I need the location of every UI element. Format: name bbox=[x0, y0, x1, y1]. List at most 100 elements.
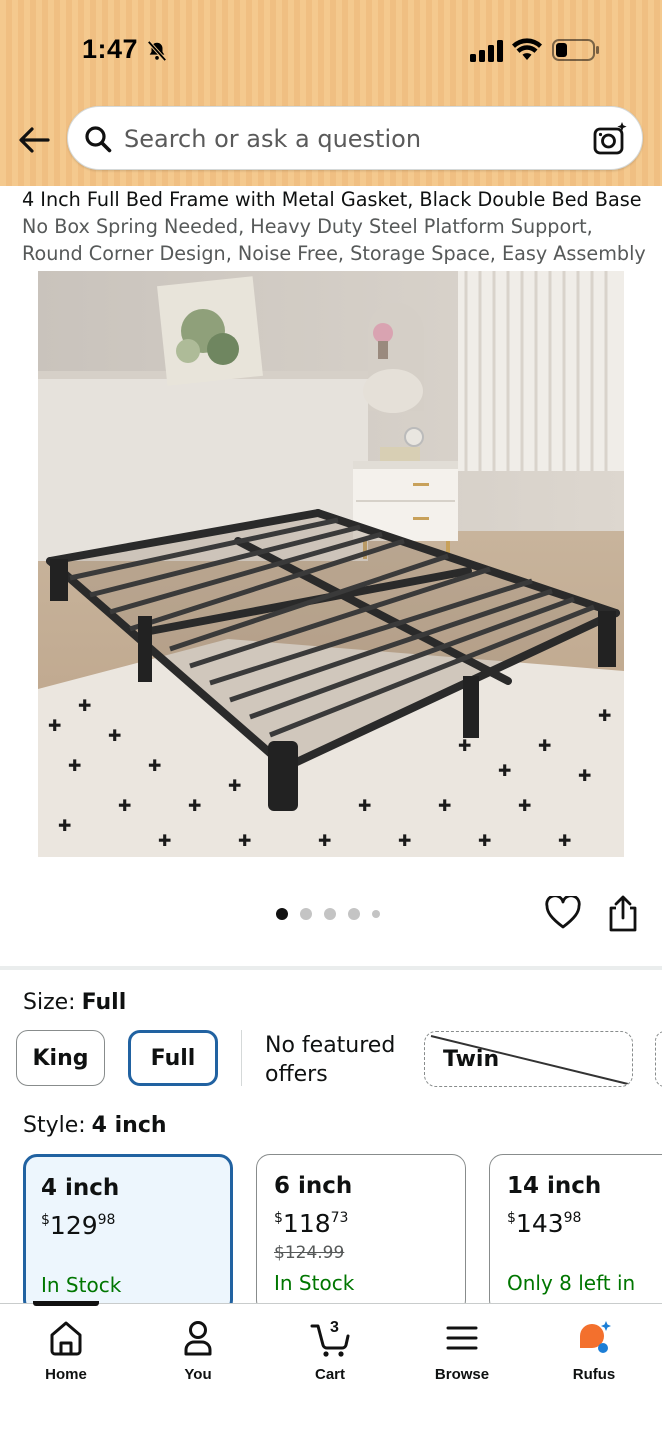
share-icon[interactable] bbox=[606, 894, 640, 932]
style-option-price: $12998 bbox=[41, 1211, 230, 1245]
price-cents: 73 bbox=[330, 1210, 349, 1226]
svg-text:✚: ✚ bbox=[118, 796, 131, 815]
heart-icon[interactable] bbox=[545, 896, 581, 930]
style-option-14-inch[interactable]: 14 inch $14398 Only 8 left in bbox=[489, 1154, 662, 1314]
carousel-dot[interactable] bbox=[348, 908, 360, 920]
svg-text:✚: ✚ bbox=[108, 726, 121, 745]
size-label-text: Size: bbox=[23, 990, 76, 1015]
svg-text:✚: ✚ bbox=[578, 766, 591, 785]
svg-text:✚: ✚ bbox=[68, 756, 81, 775]
nav-label: Browse bbox=[434, 1366, 490, 1383]
product-title: 4 Inch Full Bed Frame with Metal Gasket,… bbox=[22, 186, 646, 267]
price-dollars: 129 bbox=[49, 1211, 98, 1240]
image-carousel-dots[interactable] bbox=[276, 907, 380, 921]
person-icon bbox=[184, 1321, 212, 1356]
style-label-text: Style: bbox=[23, 1113, 86, 1138]
style-option-list-price bbox=[507, 1243, 662, 1271]
style-label: Style: 4 inch bbox=[23, 1113, 167, 1138]
style-option-stock: In Stock bbox=[41, 1273, 122, 1297]
status-time: 1:47 bbox=[82, 34, 139, 64]
svg-text:✚: ✚ bbox=[148, 756, 161, 775]
style-selected-value: 4 inch bbox=[91, 1113, 167, 1138]
cart-count-badge: 3 bbox=[330, 1319, 339, 1336]
svg-text:✚: ✚ bbox=[158, 831, 171, 850]
nav-label: Home bbox=[45, 1366, 87, 1383]
style-option-price: $11873 bbox=[274, 1209, 465, 1243]
size-option-king[interactable]: King bbox=[16, 1030, 105, 1086]
price-dollars: 118 bbox=[282, 1209, 331, 1238]
size-option-more[interactable] bbox=[655, 1031, 662, 1087]
menu-icon bbox=[446, 1326, 478, 1350]
svg-text:✚: ✚ bbox=[78, 696, 91, 715]
rufus-icon bbox=[580, 1321, 611, 1353]
status-bar: 1:47 bbox=[0, 0, 662, 100]
style-option-6-inch[interactable]: 6 inch $11873 $124.99 In Stock bbox=[256, 1154, 466, 1314]
svg-text:✚: ✚ bbox=[538, 736, 551, 755]
svg-text:✚: ✚ bbox=[318, 831, 331, 850]
nav-label: Cart bbox=[314, 1366, 345, 1383]
style-option-list-price: $124.99 bbox=[274, 1243, 345, 1263]
svg-text:✚: ✚ bbox=[518, 796, 531, 815]
arrow-left-icon[interactable] bbox=[16, 122, 52, 158]
style-option-stock: Only 8 left in bbox=[507, 1271, 636, 1295]
nav-cart[interactable]: 3 Cart bbox=[280, 1318, 380, 1383]
svg-text:✚: ✚ bbox=[228, 776, 241, 795]
battery-icon bbox=[552, 39, 599, 61]
nav-you[interactable]: You bbox=[148, 1318, 248, 1383]
home-icon bbox=[50, 1321, 82, 1356]
size-selected-value: Full bbox=[81, 990, 127, 1015]
size-option-label: King bbox=[32, 1045, 89, 1071]
price-cents: 98 bbox=[97, 1212, 116, 1228]
svg-text:✚: ✚ bbox=[458, 736, 471, 755]
style-option-name: 4 inch bbox=[41, 1175, 120, 1201]
size-option-label: Full bbox=[150, 1045, 196, 1071]
price-dollars: 143 bbox=[515, 1209, 564, 1238]
nav-rufus[interactable]: Rufus bbox=[544, 1318, 644, 1383]
svg-text:✚: ✚ bbox=[58, 816, 71, 835]
nav-browse[interactable]: Browse bbox=[412, 1318, 512, 1383]
carousel-dot[interactable] bbox=[372, 910, 380, 918]
carousel-dot[interactable] bbox=[324, 908, 336, 920]
style-option-stock: In Stock bbox=[274, 1271, 355, 1295]
wifi-icon bbox=[512, 38, 542, 60]
unavailable-strike bbox=[430, 1035, 629, 1085]
svg-text:✚: ✚ bbox=[438, 796, 451, 815]
svg-text:✚: ✚ bbox=[188, 796, 201, 815]
price-currency: $ bbox=[507, 1210, 516, 1226]
cellular-signal-icon bbox=[470, 40, 503, 62]
nav-label: Rufus bbox=[572, 1366, 616, 1383]
price-currency: $ bbox=[41, 1212, 50, 1228]
size-option-full[interactable]: Full bbox=[128, 1030, 218, 1086]
search-input[interactable] bbox=[124, 121, 564, 157]
magnifier-icon[interactable] bbox=[84, 125, 112, 153]
search-bar[interactable] bbox=[67, 106, 643, 170]
carousel-dot[interactable] bbox=[300, 908, 312, 920]
style-option-price: $14398 bbox=[507, 1209, 662, 1243]
style-option-4-inch[interactable]: 4 inch $12998 In Stock bbox=[23, 1154, 233, 1314]
size-option-twin[interactable]: Twin bbox=[424, 1031, 633, 1087]
product-title-line: Round Corner Design, Noise Free, Storage… bbox=[22, 242, 646, 265]
svg-text:✚: ✚ bbox=[558, 831, 571, 850]
product-title-line: No Box Spring Needed, Heavy Duty Steel P… bbox=[22, 215, 593, 238]
svg-text:✚: ✚ bbox=[398, 831, 411, 850]
product-image[interactable]: ✚✚✚ ✚✚✚ ✚✚✚ ✚✚✚ ✚✚✚ ✚✚✚ ✚✚✚ ✚✚✚ bbox=[38, 271, 624, 857]
nav-active-indicator bbox=[33, 1301, 99, 1306]
price-cents: 98 bbox=[563, 1210, 582, 1226]
svg-text:✚: ✚ bbox=[598, 706, 611, 725]
camera-lens-icon[interactable] bbox=[592, 121, 628, 157]
price-currency: $ bbox=[274, 1210, 283, 1226]
section-divider bbox=[0, 966, 662, 970]
carousel-dot[interactable] bbox=[276, 908, 288, 920]
svg-text:✚: ✚ bbox=[48, 716, 61, 735]
no-featured-offers-label: No featured offers bbox=[265, 1033, 396, 1087]
nav-label: You bbox=[184, 1366, 212, 1383]
svg-text:✚: ✚ bbox=[498, 761, 511, 780]
style-option-name: 14 inch bbox=[507, 1173, 602, 1199]
nav-home[interactable]: Home bbox=[16, 1318, 116, 1383]
size-separator bbox=[241, 1030, 242, 1086]
svg-text:✚: ✚ bbox=[478, 831, 491, 850]
size-label: Size: Full bbox=[23, 990, 126, 1015]
bottom-nav: Home You 3 Cart Browse Rufus bbox=[0, 1301, 662, 1440]
svg-text:✚: ✚ bbox=[238, 831, 251, 850]
bell-slash-icon bbox=[147, 40, 167, 62]
